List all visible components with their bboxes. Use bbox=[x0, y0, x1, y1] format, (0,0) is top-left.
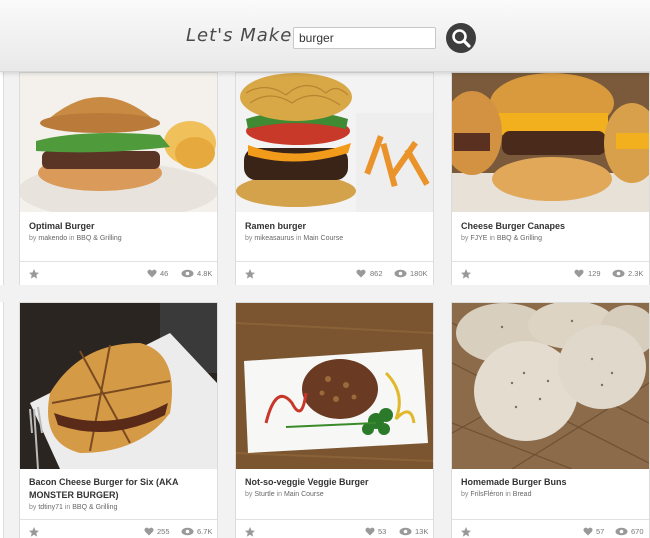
heart-icon bbox=[574, 269, 584, 278]
star-icon[interactable] bbox=[28, 268, 40, 280]
views-count: 6.7K bbox=[197, 527, 213, 536]
project-stats: 862 180K bbox=[236, 261, 433, 285]
project-title[interactable]: Not-so-veggie Veggie Burger bbox=[245, 476, 423, 489]
author-link[interactable]: makendo bbox=[38, 235, 67, 242]
views-count: 4.8K bbox=[197, 269, 213, 278]
project-card[interactable]: Not-so-veggie Veggie Burger by Sturtle i… bbox=[235, 302, 434, 538]
category-link[interactable]: Bread bbox=[513, 491, 532, 498]
project-stats: 255 6.7K bbox=[20, 519, 217, 538]
heart-icon bbox=[144, 527, 154, 536]
eye-icon bbox=[615, 527, 628, 536]
likes-count: 46 bbox=[160, 269, 169, 278]
top-header: Let's Make bbox=[0, 0, 650, 72]
likes-count: 862 bbox=[370, 269, 383, 278]
project-byline: by FJYE in BBQ & Grilling bbox=[461, 235, 542, 242]
project-byline: by tdtiny71 in BBQ & Grilling bbox=[29, 504, 118, 511]
star-icon[interactable] bbox=[244, 268, 256, 280]
author-link[interactable]: FrilsFléron bbox=[470, 491, 503, 498]
star-icon[interactable] bbox=[460, 526, 472, 538]
eye-icon bbox=[394, 269, 407, 278]
search-input[interactable] bbox=[293, 27, 436, 49]
project-card[interactable]: Bacon Cheese Burger for Six (AKA MONSTER… bbox=[19, 302, 218, 538]
project-byline: by FrilsFléron in Bread bbox=[461, 491, 532, 498]
likes-count: 53 bbox=[378, 527, 387, 536]
heart-icon bbox=[365, 527, 375, 536]
project-title[interactable]: Homemade Burger Buns bbox=[461, 476, 639, 489]
project-title[interactable]: Optimal Burger bbox=[29, 220, 207, 233]
author-link[interactable]: FJYE bbox=[470, 235, 487, 242]
project-stats: 57 670 bbox=[452, 519, 649, 538]
eye-icon bbox=[181, 527, 194, 536]
heart-icon bbox=[356, 269, 366, 278]
eye-icon bbox=[181, 269, 194, 278]
star-icon[interactable] bbox=[460, 268, 472, 280]
project-thumbnail[interactable] bbox=[452, 73, 649, 212]
project-stats: 53 13K bbox=[236, 519, 433, 538]
author-link[interactable]: Sturtle bbox=[254, 491, 274, 498]
star-icon[interactable] bbox=[28, 526, 40, 538]
views-count: 670 bbox=[631, 527, 644, 536]
search-button[interactable] bbox=[446, 23, 476, 53]
project-title[interactable]: Bacon Cheese Burger for Six (AKA MONSTER… bbox=[29, 476, 207, 502]
project-card[interactable]: Cheese Burger Canapes by FJYE in BBQ & G… bbox=[451, 72, 650, 285]
category-link[interactable]: BBQ & Grilling bbox=[77, 235, 122, 242]
views-count: 2.3K bbox=[628, 269, 644, 278]
partial-card-left bbox=[0, 302, 4, 538]
site-logo[interactable]: Let's Make bbox=[186, 25, 292, 46]
likes-count: 57 bbox=[596, 527, 605, 536]
search-icon bbox=[452, 29, 471, 48]
project-card[interactable]: Homemade Burger Buns by FrilsFléron in B… bbox=[451, 302, 650, 538]
project-title[interactable]: Cheese Burger Canapes bbox=[461, 220, 639, 233]
likes-count: 255 bbox=[157, 527, 170, 536]
eye-icon bbox=[612, 269, 625, 278]
project-thumbnail[interactable] bbox=[236, 73, 433, 212]
project-thumbnail[interactable] bbox=[452, 303, 649, 469]
views-count: 13K bbox=[415, 527, 429, 536]
views-count: 180K bbox=[410, 269, 428, 278]
category-link[interactable]: Main Course bbox=[303, 235, 343, 242]
project-card[interactable]: Ramen burger by mikeasaurus in Main Cour… bbox=[235, 72, 434, 285]
star-icon[interactable] bbox=[244, 526, 256, 538]
project-byline: by mikeasaurus in Main Course bbox=[245, 235, 344, 242]
project-thumbnail[interactable] bbox=[236, 303, 433, 469]
partial-card-left bbox=[0, 72, 4, 285]
project-thumbnail[interactable] bbox=[20, 73, 217, 212]
category-link[interactable]: BBQ & Grilling bbox=[72, 504, 117, 511]
project-stats: 46 4.8K bbox=[20, 261, 217, 285]
eye-icon bbox=[399, 527, 412, 536]
category-link[interactable]: BBQ & Grilling bbox=[497, 235, 542, 242]
author-link[interactable]: tdtiny71 bbox=[38, 504, 63, 511]
project-title[interactable]: Ramen burger bbox=[245, 220, 423, 233]
likes-count: 129 bbox=[588, 269, 601, 278]
project-card[interactable]: Optimal Burger by makendo in BBQ & Grill… bbox=[19, 72, 218, 285]
project-thumbnail[interactable] bbox=[20, 303, 217, 469]
heart-icon bbox=[147, 269, 157, 278]
project-byline: by Sturtle in Main Course bbox=[245, 491, 324, 498]
heart-icon bbox=[583, 527, 593, 536]
category-link[interactable]: Main Course bbox=[284, 491, 324, 498]
author-link[interactable]: mikeasaurus bbox=[254, 235, 294, 242]
project-byline: by makendo in BBQ & Grilling bbox=[29, 235, 122, 242]
project-stats: 129 2.3K bbox=[452, 261, 649, 285]
